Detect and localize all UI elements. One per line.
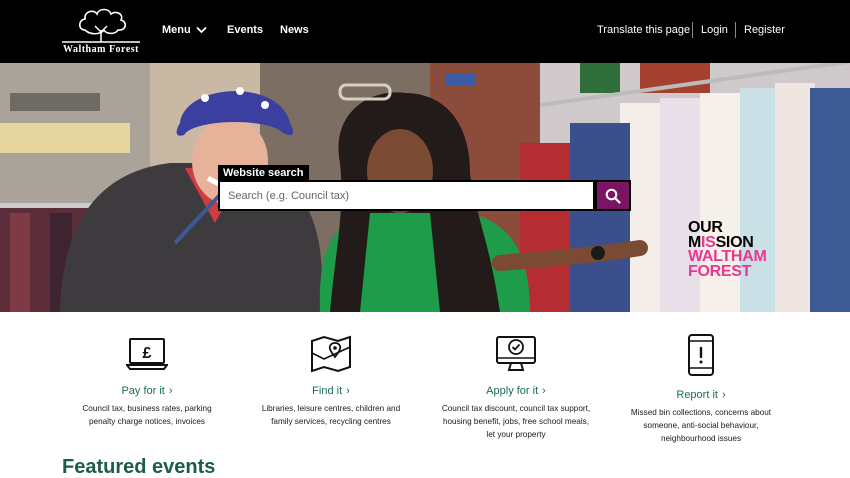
divider <box>692 22 693 38</box>
service-pay: £ Pay for it › Council tax, business rate… <box>62 333 232 428</box>
service-apply: Apply for it › Council tax discount, coun… <box>431 333 601 441</box>
register-link[interactable]: Register <box>744 24 785 36</box>
find-it-description: Libraries, leisure centres, children and… <box>261 404 401 426</box>
tree-icon <box>62 8 140 43</box>
pay-for-it-link[interactable]: Pay for it › <box>121 385 172 397</box>
apply-for-it-link[interactable]: Apply for it › <box>486 385 546 397</box>
search-input[interactable] <box>218 180 595 211</box>
chevron-right-icon: › <box>168 385 173 397</box>
translate-link[interactable]: Translate this page <box>597 24 690 36</box>
search-icon <box>605 188 621 204</box>
map-pin-icon <box>311 335 351 373</box>
search-button[interactable] <box>595 180 631 211</box>
search-label: Website search <box>218 165 309 181</box>
service-find: Find it › Libraries, leisure centres, chi… <box>246 333 416 428</box>
monitor-check-icon <box>496 336 536 371</box>
report-it-description: Missed bin collections, concerns about s… <box>630 408 772 443</box>
find-it-link[interactable]: Find it › <box>312 385 350 397</box>
pay-for-it-description: Council tax, business rates, parking pen… <box>82 404 212 426</box>
mission-line-4: FOREST <box>688 262 752 280</box>
pound-laptop-icon: £ <box>126 338 168 370</box>
divider <box>735 22 736 38</box>
logo-text: Waltham Forest <box>63 44 139 55</box>
apply-for-it-label: Apply for it <box>486 385 539 397</box>
login-link[interactable]: Login <box>701 24 728 36</box>
report-it-link[interactable]: Report it › <box>676 389 725 401</box>
apply-for-it-description: Council tax discount, council tax suppor… <box>441 404 591 439</box>
phone-alert-icon <box>688 334 714 376</box>
pay-for-it-label: Pay for it <box>121 385 165 397</box>
svg-text:£: £ <box>143 345 152 362</box>
featured-events-heading: Featured events <box>62 456 216 478</box>
chevron-right-icon: › <box>542 385 546 397</box>
find-it-label: Find it <box>312 385 343 397</box>
nav-events[interactable]: Events <box>227 24 263 36</box>
service-report: Report it › Missed bin collections, conce… <box>616 333 786 445</box>
waltham-forest-logo[interactable]: Waltham Forest <box>60 8 142 56</box>
site-header: Waltham Forest Menu Events News Translat… <box>0 0 850 63</box>
report-it-label: Report it <box>676 389 718 401</box>
our-mission-logo: OUR MISSION WALTHAM FOREST <box>688 220 767 280</box>
chevron-right-icon: › <box>721 389 726 401</box>
nav-news[interactable]: News <box>280 24 309 36</box>
chevron-down-icon[interactable] <box>196 26 207 34</box>
nav-menu[interactable]: Menu <box>162 24 191 36</box>
chevron-right-icon: › <box>346 385 350 397</box>
